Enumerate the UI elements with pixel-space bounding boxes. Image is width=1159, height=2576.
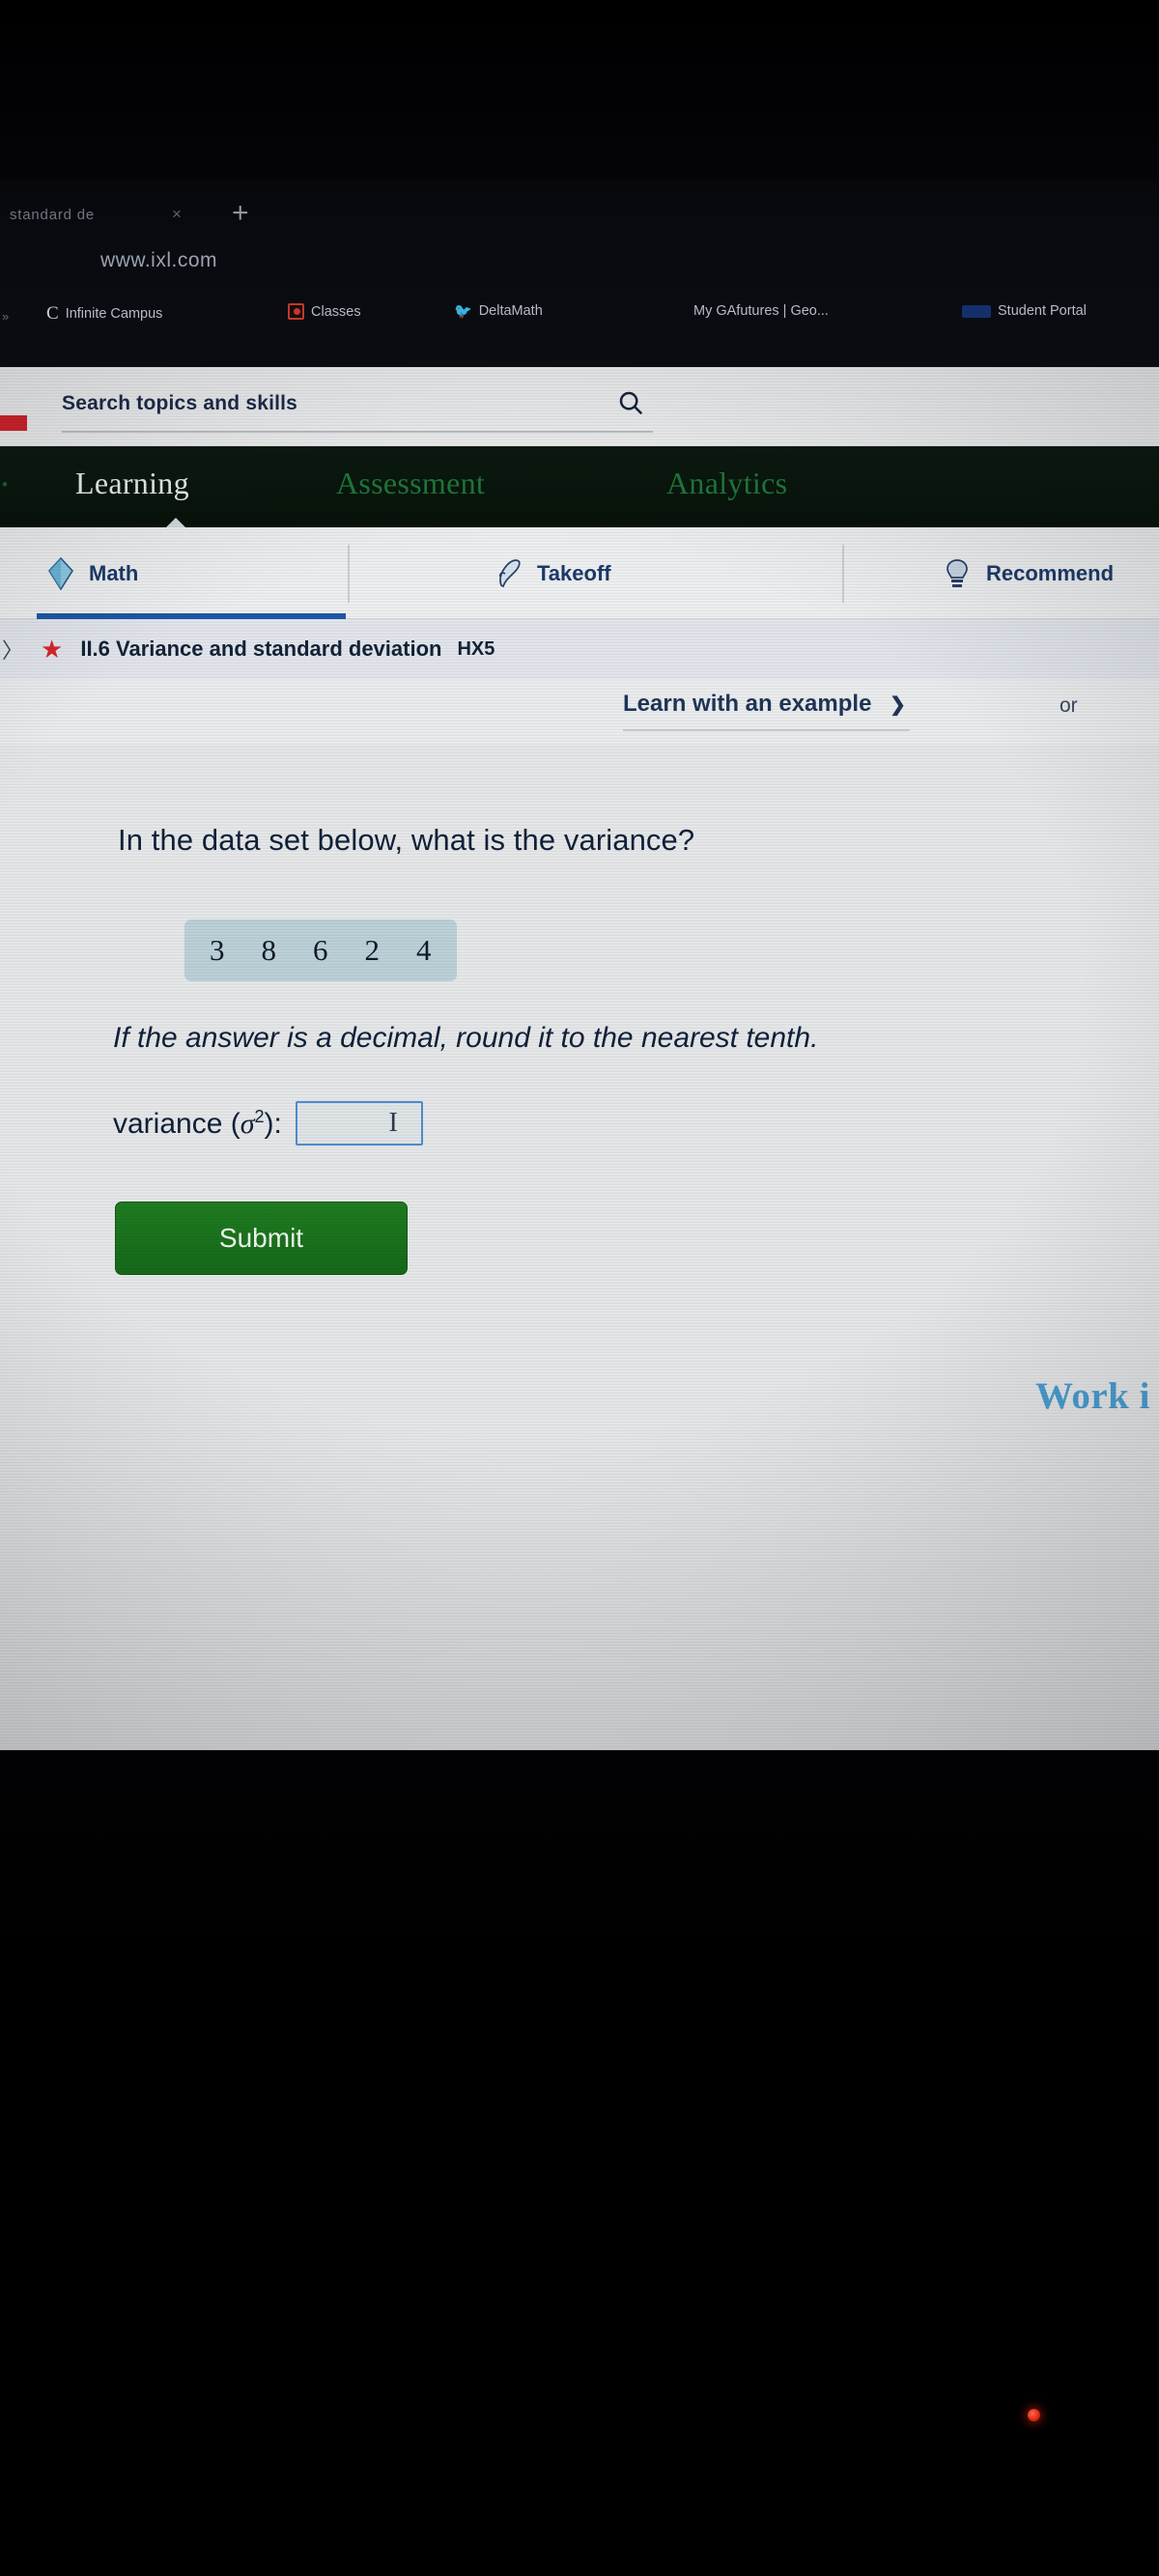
bookmark-classes[interactable]: Classes bbox=[288, 303, 361, 320]
nav-overflow-icon[interactable]: • bbox=[2, 475, 8, 495]
submit-label: Submit bbox=[218, 1223, 304, 1253]
submit-button[interactable]: Submit bbox=[115, 1202, 408, 1275]
bird-favicon-icon: 🐦 bbox=[454, 302, 472, 320]
sigma-symbol: σ bbox=[240, 1107, 255, 1140]
tab-label: Recommend bbox=[986, 560, 1115, 585]
diamond-icon bbox=[46, 556, 75, 590]
star-icon[interactable]: ★ bbox=[41, 637, 63, 662]
screen-bezel-top bbox=[0, 0, 1159, 180]
bookmark-label: My GAfutures | Geo... bbox=[693, 303, 829, 319]
browser-tabstrip: standard de × + bbox=[0, 193, 1159, 240]
chevron-down-icon: ❯ bbox=[890, 694, 906, 716]
bookmarks-overflow-icon[interactable]: » bbox=[2, 309, 9, 324]
skill-title: II.6 Variance and standard deviation bbox=[80, 637, 442, 661]
tab-divider bbox=[842, 545, 844, 603]
address-bar[interactable]: www.ixl.com bbox=[0, 240, 1159, 288]
nav-item-learning[interactable]: Learning bbox=[75, 466, 189, 501]
variance-answer-input[interactable]: I bbox=[295, 1101, 423, 1146]
bookmark-gafutures[interactable]: My GAfutures | Geo... bbox=[693, 303, 829, 319]
url-text: www.ixl.com bbox=[100, 249, 218, 271]
question-body: In the data set below, what is the varia… bbox=[0, 745, 1159, 1750]
blue-block-favicon-icon bbox=[962, 304, 991, 318]
ixl-search-bar: Search topics and skills bbox=[0, 367, 1159, 446]
bookmark-infinite-campus[interactable]: C Infinite Campus bbox=[46, 303, 162, 325]
nav-item-analytics[interactable]: Analytics bbox=[666, 466, 787, 501]
letter-c-favicon-icon: C bbox=[46, 303, 59, 324]
bookmark-label: DeltaMath bbox=[478, 303, 543, 319]
red-square-favicon-icon bbox=[288, 303, 304, 320]
main-nav: • Learning Assessment Analytics bbox=[0, 446, 1159, 531]
tab-divider bbox=[348, 545, 350, 603]
browser-tab[interactable]: standard de bbox=[10, 207, 95, 223]
tab-label: Takeoff bbox=[537, 560, 611, 585]
skill-header: 〉 ★ II.6 Variance and standard deviation… bbox=[0, 619, 1159, 679]
text-cursor-icon: I bbox=[388, 1108, 398, 1138]
new-tab-icon[interactable]: + bbox=[232, 199, 249, 228]
lightbulb-icon bbox=[942, 556, 973, 591]
rocket-hand-icon bbox=[493, 556, 523, 591]
dataset-value: 3 bbox=[210, 933, 225, 967]
bookmarks-bar: » C Infinite Campus Classes 🐦 DeltaMath … bbox=[0, 294, 1159, 338]
bookmark-label: Infinite Campus bbox=[65, 306, 163, 322]
search-input[interactable]: Search topics and skills bbox=[62, 388, 653, 433]
answer-row: variance (σ2): I bbox=[113, 1101, 423, 1146]
answer-label-exponent: 2 bbox=[254, 1106, 265, 1126]
learn-with-example-button[interactable]: Learn with an example ❯ bbox=[623, 691, 910, 731]
ixl-page: Search topics and skills • Learning Asse… bbox=[0, 367, 1159, 1750]
tab-takeoff[interactable]: Takeoff bbox=[493, 527, 782, 619]
example-bar: Learn with an example ❯ or bbox=[0, 679, 1159, 745]
answer-label: variance (σ2): bbox=[113, 1107, 282, 1141]
answer-label-prefix: variance ( bbox=[113, 1107, 240, 1140]
dataset-values: 3 8 6 2 4 bbox=[184, 920, 457, 981]
screen-bezel-bottom bbox=[0, 1750, 1159, 2576]
dataset-value: 2 bbox=[364, 933, 381, 967]
tab-recommendations[interactable]: Recommend bbox=[942, 527, 1159, 619]
dataset-value: 6 bbox=[313, 933, 328, 967]
or-label: or bbox=[1060, 694, 1078, 717]
bookmark-student-portal[interactable]: Student Portal bbox=[962, 303, 1087, 319]
subject-tab-bar: Math Takeoff Recommend bbox=[0, 527, 1159, 619]
nav-item-assessment[interactable]: Assessment bbox=[336, 466, 485, 501]
dataset-value: 8 bbox=[261, 933, 277, 967]
rounding-hint: If the answer is a decimal, round it to … bbox=[113, 1022, 819, 1054]
ixl-logo-mark bbox=[0, 415, 27, 431]
work-it-out-link[interactable]: Work i bbox=[1035, 1374, 1150, 1418]
search-icon[interactable] bbox=[616, 388, 645, 417]
back-chevron-icon[interactable]: 〉 bbox=[2, 634, 23, 665]
question-prompt: In the data set below, what is the varia… bbox=[118, 823, 695, 857]
close-icon[interactable]: × bbox=[172, 205, 182, 224]
skill-code: HX5 bbox=[457, 637, 495, 660]
learn-with-example-label: Learn with an example bbox=[623, 691, 872, 717]
bookmark-label: Classes bbox=[311, 303, 361, 320]
screenshot-root: standard de × + www.ixl.com » C Infinite… bbox=[0, 0, 1159, 2576]
search-placeholder: Search topics and skills bbox=[62, 392, 298, 414]
dataset-value: 4 bbox=[416, 933, 432, 967]
answer-label-suffix: ): bbox=[264, 1107, 282, 1140]
tab-label: Math bbox=[89, 560, 139, 585]
bookmark-deltamath[interactable]: 🐦 DeltaMath bbox=[454, 303, 543, 319]
tab-math[interactable]: Math bbox=[37, 527, 346, 619]
bookmark-label: Student Portal bbox=[998, 303, 1087, 319]
browser-chrome: standard de × + www.ixl.com » C Infinite… bbox=[0, 180, 1159, 367]
power-led-icon bbox=[1028, 2409, 1040, 2421]
